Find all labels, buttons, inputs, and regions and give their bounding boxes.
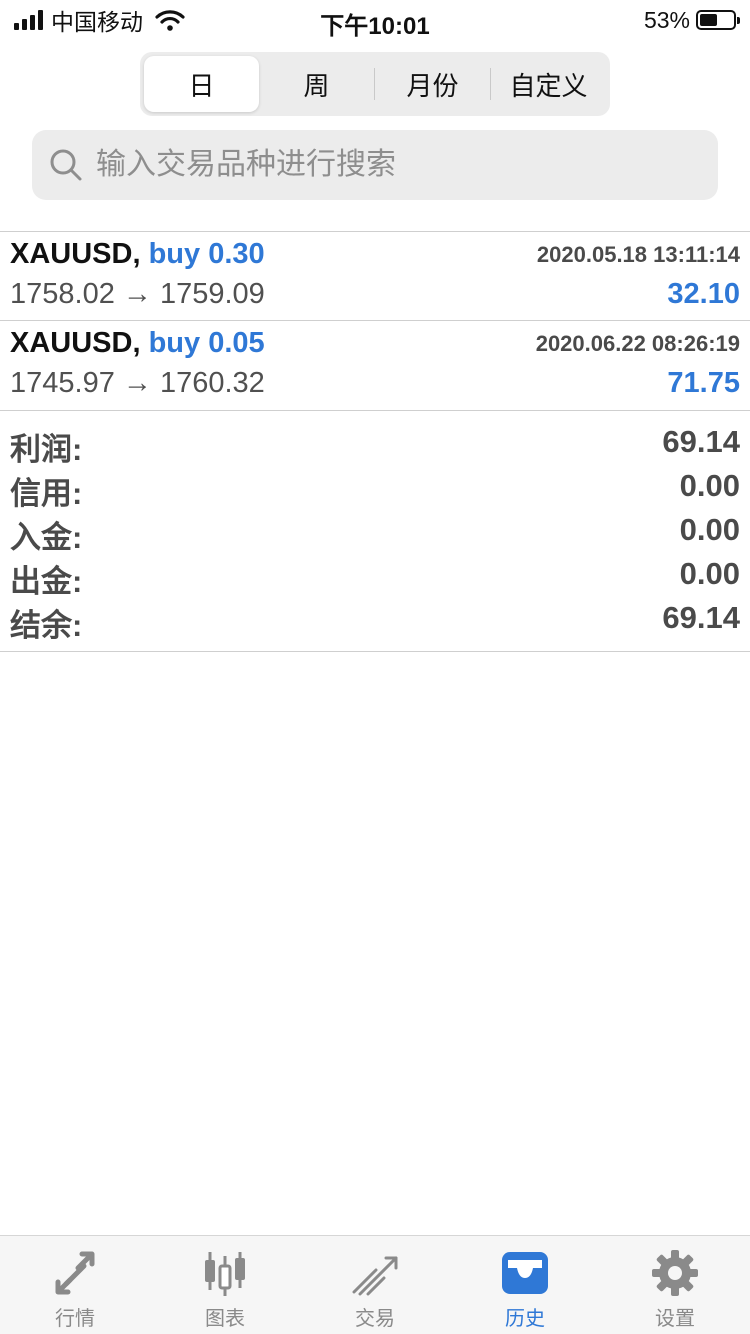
segment-custom[interactable]: 自定义: [491, 56, 606, 112]
trade-lines-icon: [352, 1256, 398, 1296]
summary-withdrawal-row: 出金: 0.00: [0, 556, 750, 600]
summary-deposit-row: 入金: 0.00: [0, 512, 750, 556]
deal-time: 2020.06.22 08:26:19: [535, 331, 740, 356]
deal-symbol: XAUUSD,: [10, 238, 141, 270]
tab-label: 交易: [355, 1308, 395, 1330]
deal-symbol-line: XAUUSD, buy 0.05: [10, 327, 265, 360]
summary-label: 信用:: [10, 476, 83, 511]
summary-label: 结余:: [10, 608, 83, 643]
tab-quotes[interactable]: 行情: [0, 1236, 150, 1334]
tab-trade[interactable]: 交易: [300, 1236, 450, 1334]
deal-time: 2020.05.18 13:11:14: [536, 242, 740, 267]
divider: [0, 410, 750, 411]
summary-label: 出金:: [10, 564, 83, 599]
deal-symbol: XAUUSD,: [10, 327, 141, 359]
candlestick-chart-icon: [205, 1252, 245, 1296]
deal-profit: 32.10: [667, 278, 740, 310]
summary-value: 0.00: [679, 512, 740, 547]
deal-prices: 1758.02 → 1759.09: [10, 278, 265, 310]
deal-profit: 71.75: [667, 367, 740, 399]
divider: [0, 651, 750, 652]
summary-credit-row: 信用: 0.00: [0, 468, 750, 512]
deal-symbol-line: XAUUSD, buy 0.30: [10, 238, 265, 271]
summary-label: 入金:: [10, 520, 83, 555]
deal-side-volume: buy 0.05: [148, 327, 265, 359]
history-screen: 中国移动 下午10:01 53% 日 周 月份 自定义 输入交易品种进行搜索 X…: [0, 0, 750, 1334]
segment-week[interactable]: 周: [259, 56, 374, 112]
tab-bar: 行情 图表 交易 历史 设置: [0, 1235, 750, 1334]
deal-row[interactable]: XAUUSD, buy 0.30 2020.05.18 13:11:14 175…: [0, 232, 750, 320]
search-bar[interactable]: [32, 130, 718, 200]
deal-side-volume: buy 0.30: [148, 238, 265, 270]
tab-settings[interactable]: 设置: [600, 1236, 750, 1334]
summary-label: 利润:: [10, 432, 83, 467]
status-time: 下午10:01: [320, 13, 430, 40]
battery-nub: [737, 17, 740, 24]
battery-percent: 53%: [643, 6, 690, 33]
summary-balance-row: 结余: 69.14: [0, 600, 750, 644]
tab-history[interactable]: 历史: [450, 1236, 600, 1334]
segment-month[interactable]: 月份: [375, 56, 490, 112]
segment-day[interactable]: 日: [144, 56, 259, 112]
summary-value: 69.14: [662, 600, 740, 635]
battery-fill: [700, 14, 717, 26]
period-segmented-control: 日 周 月份 自定义: [140, 52, 610, 116]
summary-value: 0.00: [679, 556, 740, 591]
tab-label: 设置: [655, 1308, 695, 1330]
tab-charts[interactable]: 图表: [150, 1236, 300, 1334]
tab-label: 历史: [505, 1308, 545, 1330]
summary-value: 0.00: [679, 468, 740, 503]
quotes-arrows-icon: [55, 1251, 95, 1295]
tab-label: 图表: [205, 1308, 245, 1330]
tab-label: 行情: [55, 1308, 95, 1330]
summary-value: 69.14: [662, 424, 740, 459]
gear-icon: [652, 1250, 698, 1296]
status-right: 53%: [643, 6, 740, 34]
deal-row[interactable]: XAUUSD, buy 0.05 2020.06.22 08:26:19 174…: [0, 321, 750, 409]
summary-profit-row: 利润: 69.14: [0, 424, 750, 468]
history-inbox-icon: [502, 1252, 548, 1294]
search-icon: [50, 149, 82, 181]
battery-icon: [696, 10, 740, 30]
status-bar: 中国移动 下午10:01 53%: [0, 0, 750, 40]
deal-prices: 1745.97 → 1760.32: [10, 367, 265, 399]
search-input[interactable]: [94, 147, 678, 183]
